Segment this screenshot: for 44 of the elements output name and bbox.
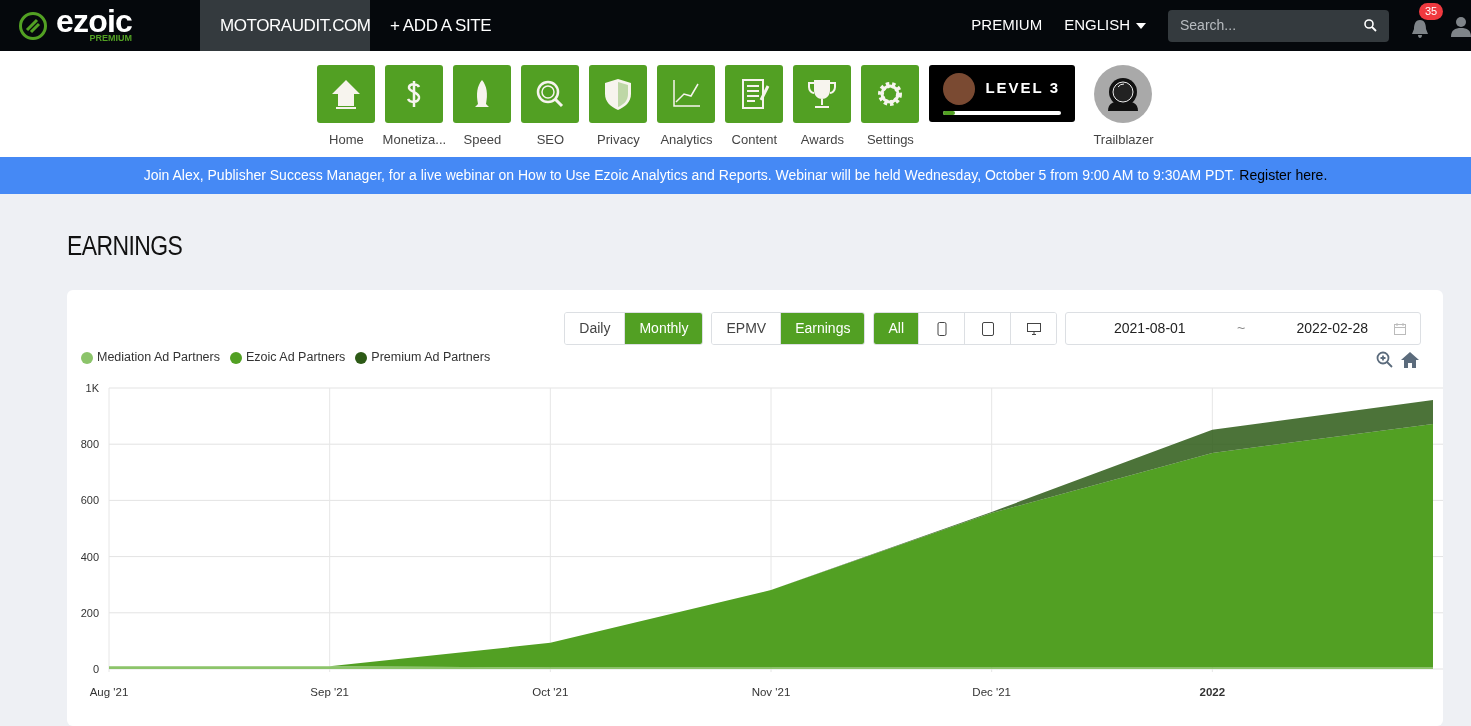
astronaut-helmet-icon xyxy=(1094,65,1153,123)
site-tab[interactable]: + ADD A SITE xyxy=(370,0,512,51)
notification-count: 35 xyxy=(1419,2,1444,20)
phone-icon xyxy=(934,321,949,336)
logo-icon xyxy=(18,10,48,41)
logo-wordmark: ezoic xyxy=(56,8,133,34)
x-axis-label: Oct '21 xyxy=(532,686,569,698)
banner-text: Join Alex, Publisher Success Manager, for a live webinar on How to Use Ezoic Analytics and Reports. Webinar will be held Wednesday, October 5 from 9:00 AM to 9:30AM PDT. Register here. xyxy=(143,166,1328,185)
legend-label: Premium Ad Partners xyxy=(371,349,491,367)
zoom-in-icon[interactable] xyxy=(1376,351,1393,368)
register-link[interactable]: Register here. xyxy=(1239,167,1328,183)
level-card[interactable]: LEVEL 3 xyxy=(929,65,1076,122)
y-axis-label: 600 xyxy=(80,494,99,507)
trailblazer-badge[interactable]: Trailblazer xyxy=(1093,65,1154,150)
x-axis-label: Sep '21 xyxy=(310,686,349,698)
user-icon[interactable] xyxy=(1451,14,1471,37)
logo-subtitle-text: PREMIUM xyxy=(89,34,133,43)
premium-link[interactable]: PREMIUM xyxy=(971,14,1043,37)
search-input[interactable]: Search... xyxy=(1180,15,1364,36)
search-icon[interactable] xyxy=(1364,19,1377,32)
y-axis-label: 800 xyxy=(80,438,99,451)
monitor-icon xyxy=(1026,321,1041,336)
home-icon[interactable] xyxy=(1401,351,1419,368)
x-axis-label: Nov '21 xyxy=(751,686,791,698)
x-axis-label: 2022 xyxy=(1199,686,1226,698)
bell-icon[interactable] xyxy=(1409,17,1431,40)
caret-icon xyxy=(1136,22,1146,29)
search-field[interactable]: Search... xyxy=(1168,9,1389,42)
y-axis-label: 1K xyxy=(85,382,99,394)
level-title: LEVEL 3 xyxy=(985,78,1060,99)
date-range-field[interactable]: 2021-08-01 ~ 2022-02-28 xyxy=(1065,312,1421,345)
site-tab[interactable]: MOTORAUDIT.COM xyxy=(200,0,370,51)
legend-label: Ezoic Ad Partners xyxy=(246,349,346,367)
legend-label: Mediation Ad Partners xyxy=(97,349,220,367)
y-axis-label: 200 xyxy=(80,606,99,619)
x-axis-label: Aug '21 xyxy=(89,686,129,698)
avatar-placeholder xyxy=(943,72,976,105)
language-dropdown[interactable]: ENGLISH xyxy=(1064,14,1146,37)
y-axis-label: 0 xyxy=(92,663,99,675)
y-axis-label: 400 xyxy=(80,550,99,563)
tablet-icon xyxy=(980,321,995,336)
x-axis-label: Dec '21 xyxy=(972,686,1011,698)
section-title: EARNINGS xyxy=(67,229,183,263)
toggle-button[interactable] xyxy=(1010,313,1056,344)
